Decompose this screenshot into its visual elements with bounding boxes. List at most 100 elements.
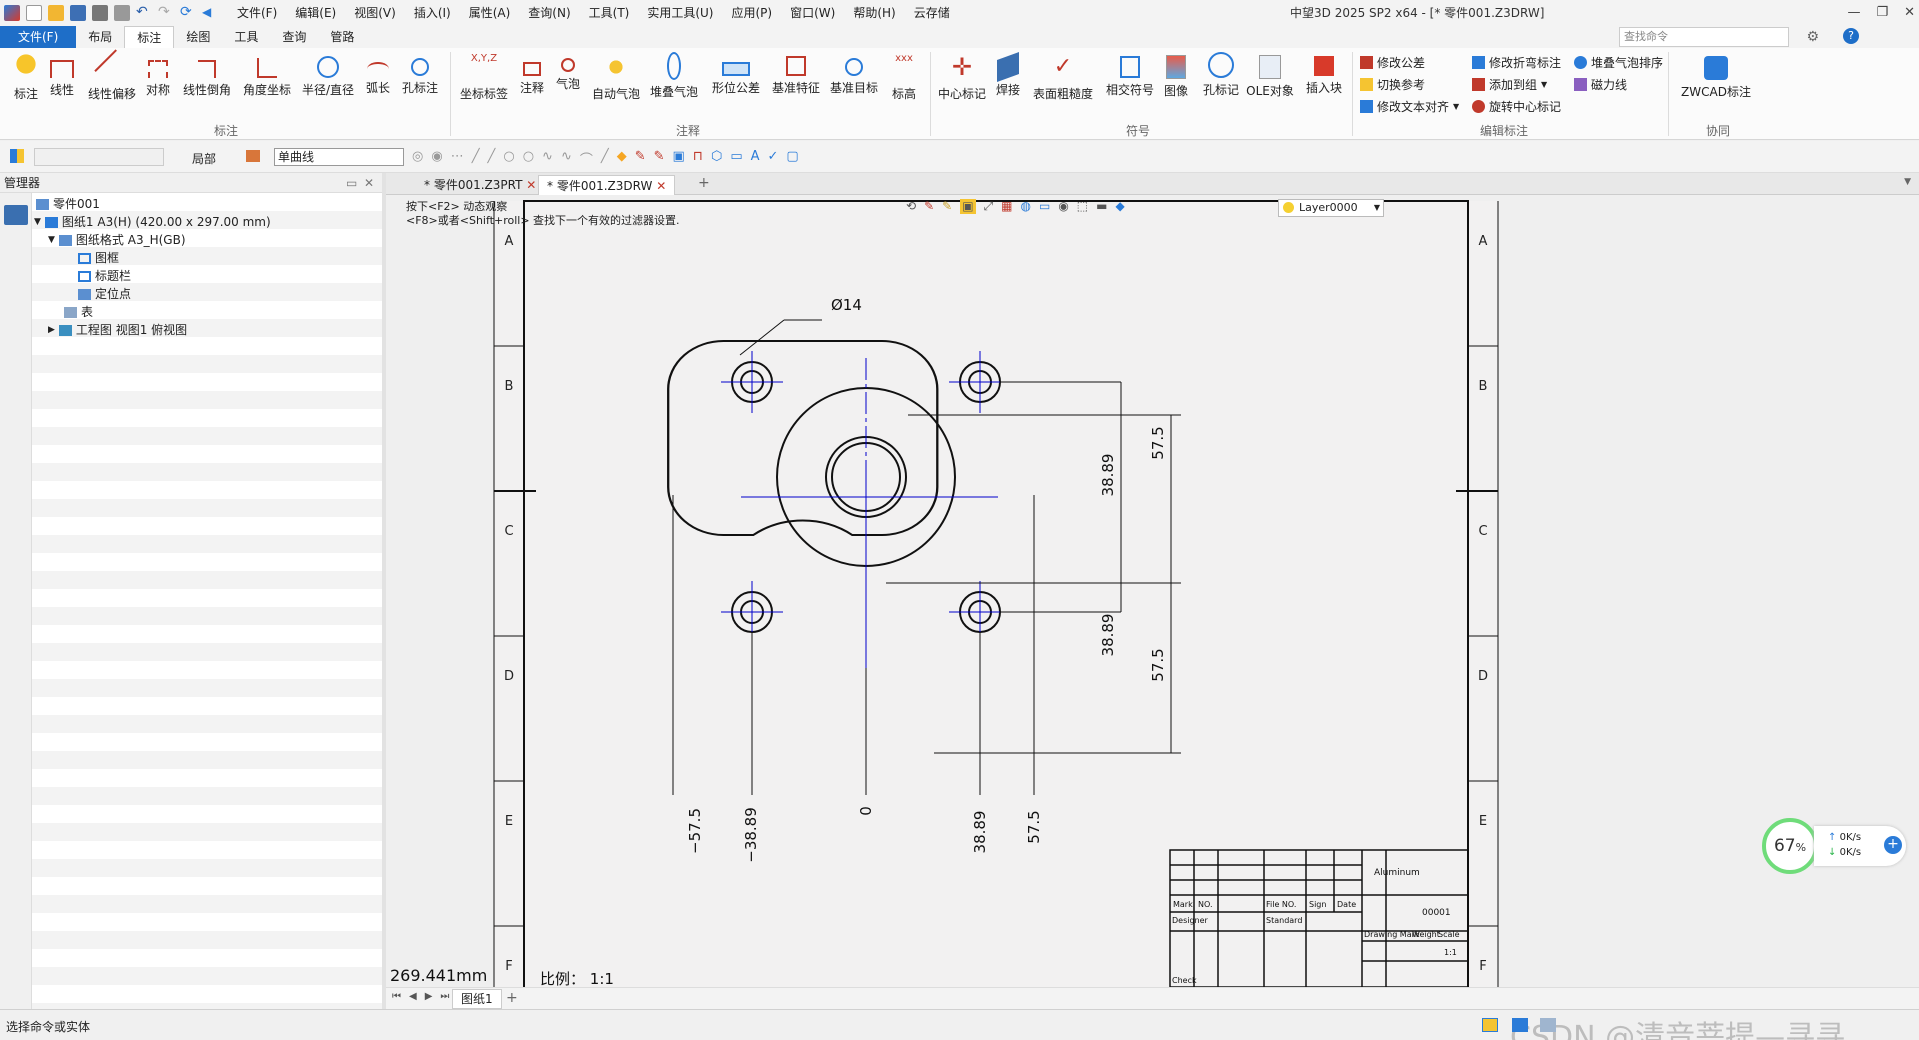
prev-sheet-icon[interactable]: ◀: [409, 991, 417, 1002]
snap-12-icon[interactable]: ◆: [617, 149, 627, 168]
restore-icon[interactable]: ❐: [1876, 0, 1888, 26]
tree-node-frame[interactable]: 图框: [78, 249, 119, 267]
rebuild-icon[interactable]: ⟳: [180, 5, 196, 21]
auto-balloon-button[interactable]: 自动气泡: [590, 52, 642, 102]
magnetic-line-button[interactable]: 磁力线: [1574, 76, 1627, 93]
intersection-symbol-button[interactable]: 相交符号: [1104, 52, 1156, 98]
menu-window[interactable]: 窗口(W): [781, 0, 844, 26]
print-icon[interactable]: [92, 5, 108, 21]
tab-file[interactable]: 文件(F): [0, 26, 77, 48]
view-tool-3-icon[interactable]: ✎: [942, 199, 952, 214]
status-tool-3-icon[interactable]: [1540, 1018, 1556, 1032]
tree-node-view[interactable]: ▶ 工程图 视图1 俯视图: [48, 321, 187, 339]
insert-block-button[interactable]: 插入块: [1300, 52, 1348, 96]
snap-6-icon[interactable]: ○: [503, 149, 514, 168]
tab-query[interactable]: 查询: [270, 26, 318, 48]
linear-offset-button[interactable]: 线性偏移: [86, 49, 138, 102]
snap-19-icon[interactable]: A: [751, 149, 760, 168]
snap-14-icon[interactable]: ✎: [654, 149, 665, 168]
tab-part-document[interactable]: * 零件001.Z3PRT ✕: [416, 175, 544, 195]
linear-chamfer-button[interactable]: 线性倒角: [180, 52, 234, 98]
tab-annotate[interactable]: 标注: [124, 26, 175, 48]
stacked-balloon-button[interactable]: 堆叠气泡: [648, 52, 700, 100]
symmetric-button[interactable]: 对称: [136, 52, 180, 98]
snap-3-icon[interactable]: ⋯: [451, 149, 464, 168]
panel-close-icon[interactable]: ✕: [364, 173, 374, 193]
tree-node-title-block[interactable]: 标题栏: [78, 267, 131, 285]
close-tab-icon[interactable]: ✕: [526, 178, 536, 192]
linear-button[interactable]: 线性: [40, 52, 84, 98]
switch-reference-button[interactable]: 切换参考: [1360, 76, 1425, 93]
view-tool-11-icon[interactable]: ▬: [1096, 199, 1107, 214]
save-icon[interactable]: [70, 5, 86, 21]
back-arrow-icon[interactable]: ◀: [202, 5, 218, 21]
app-logo-icon[interactable]: [4, 5, 20, 21]
menu-utility[interactable]: 实用工具(U): [638, 0, 722, 26]
snap-10-icon[interactable]: ⌒: [580, 149, 593, 168]
sort-stacked-balloon-button[interactable]: 堆叠气泡排序: [1574, 54, 1663, 71]
snap-1-icon[interactable]: ◎: [412, 149, 423, 168]
last-sheet-icon[interactable]: ⏭: [440, 991, 449, 1002]
menu-help[interactable]: 帮助(H): [844, 0, 904, 26]
filter-icon[interactable]: [10, 149, 24, 163]
tree-node-anchor[interactable]: 定位点: [78, 285, 131, 303]
menu-edit[interactable]: 编辑(E): [286, 0, 345, 26]
redo-icon[interactable]: ↷: [158, 5, 174, 21]
hole-callout-button[interactable]: 孔标注: [398, 52, 442, 96]
snap-2-icon[interactable]: ◉: [431, 149, 442, 168]
layer-select[interactable]: Layer0000 ▼: [1278, 199, 1384, 217]
add-to-group-button[interactable]: 添加到组 ▼: [1472, 76, 1547, 93]
view-tool-8-icon[interactable]: ▭: [1039, 199, 1050, 214]
snap-4-icon[interactable]: ╱: [472, 149, 480, 168]
snap-7-icon[interactable]: ○: [523, 149, 534, 168]
tab-piping[interactable]: 管路: [318, 26, 366, 48]
view-tool-7-icon[interactable]: ◍: [1020, 199, 1030, 214]
zwcad-dimension-button[interactable]: ZWCAD标注: [1680, 52, 1752, 100]
undo-icon[interactable]: ↶: [136, 5, 152, 21]
balloon-button[interactable]: 气泡: [546, 52, 590, 92]
tab-tools[interactable]: 工具: [222, 26, 270, 48]
view-tool-5-icon[interactable]: ⤢: [984, 199, 994, 214]
open-folder-icon[interactable]: [48, 5, 64, 21]
angle-coordinate-button[interactable]: 角度坐标: [240, 52, 294, 98]
next-sheet-icon[interactable]: ▶: [425, 991, 433, 1002]
snap-13-icon[interactable]: ✎: [635, 149, 646, 168]
add-icon[interactable]: +: [1884, 836, 1902, 854]
add-sheet-icon[interactable]: +: [506, 990, 518, 1006]
pin-icon[interactable]: ▭: [346, 173, 357, 193]
view-tool-10-icon[interactable]: ⬚: [1077, 199, 1088, 214]
help-icon[interactable]: ?: [1843, 28, 1859, 44]
network-speed-widget[interactable]: 67% ↑ 0K/s ↓ 0K/s +: [1762, 818, 1910, 874]
menu-file[interactable]: 文件(F): [228, 0, 286, 26]
menu-cloud[interactable]: 云存储: [905, 0, 959, 26]
menu-apply[interactable]: 应用(P): [723, 0, 782, 26]
view-tool-6-icon[interactable]: ▦: [1001, 199, 1012, 214]
snap-8-icon[interactable]: ∿: [542, 149, 553, 168]
menu-attribute[interactable]: 属性(A): [460, 0, 520, 26]
modify-tolerance-button[interactable]: 修改公差: [1360, 54, 1425, 71]
snap-11-icon[interactable]: ╱: [601, 149, 609, 168]
snap-18-icon[interactable]: ▭: [730, 149, 742, 168]
elevation-button[interactable]: xxx 标高: [882, 52, 926, 102]
collapse-chevron-icon[interactable]: ▼: [48, 231, 55, 249]
tree-node-sheet-format[interactable]: ▼ 图纸格式 A3_H(GB): [48, 231, 186, 249]
tab-drawing-document[interactable]: * 零件001.Z3DRW ✕: [538, 175, 676, 195]
pick-filter-icon[interactable]: [246, 150, 260, 162]
view-tool-1-icon[interactable]: ⟲: [906, 199, 916, 214]
view-tool-12-icon[interactable]: ◆: [1115, 199, 1124, 214]
snap-16-icon[interactable]: ⊓: [693, 149, 703, 168]
tab-layout[interactable]: 布局: [76, 26, 124, 48]
curve-filter-select[interactable]: 单曲线: [274, 148, 404, 166]
snap-21-icon[interactable]: ▢: [786, 149, 798, 168]
minimize-icon[interactable]: —: [1847, 0, 1860, 26]
tree-node-sheet[interactable]: ▼ 图纸1 A3(H) (420.00 x 297.00 mm): [34, 213, 271, 231]
close-icon[interactable]: ✕: [1904, 0, 1915, 26]
print-preview-icon[interactable]: [114, 5, 130, 21]
menu-tools[interactable]: 工具(T): [580, 0, 639, 26]
filter-combo[interactable]: [34, 148, 164, 166]
drawing-manager-icon[interactable]: [4, 205, 28, 225]
hole-mark-button[interactable]: 孔标记: [1196, 52, 1246, 98]
snap-20-icon[interactable]: ✓: [768, 149, 779, 168]
surface-roughness-button[interactable]: ✓ 表面粗糙度: [1032, 52, 1094, 102]
new-tab-icon[interactable]: +: [698, 175, 710, 191]
